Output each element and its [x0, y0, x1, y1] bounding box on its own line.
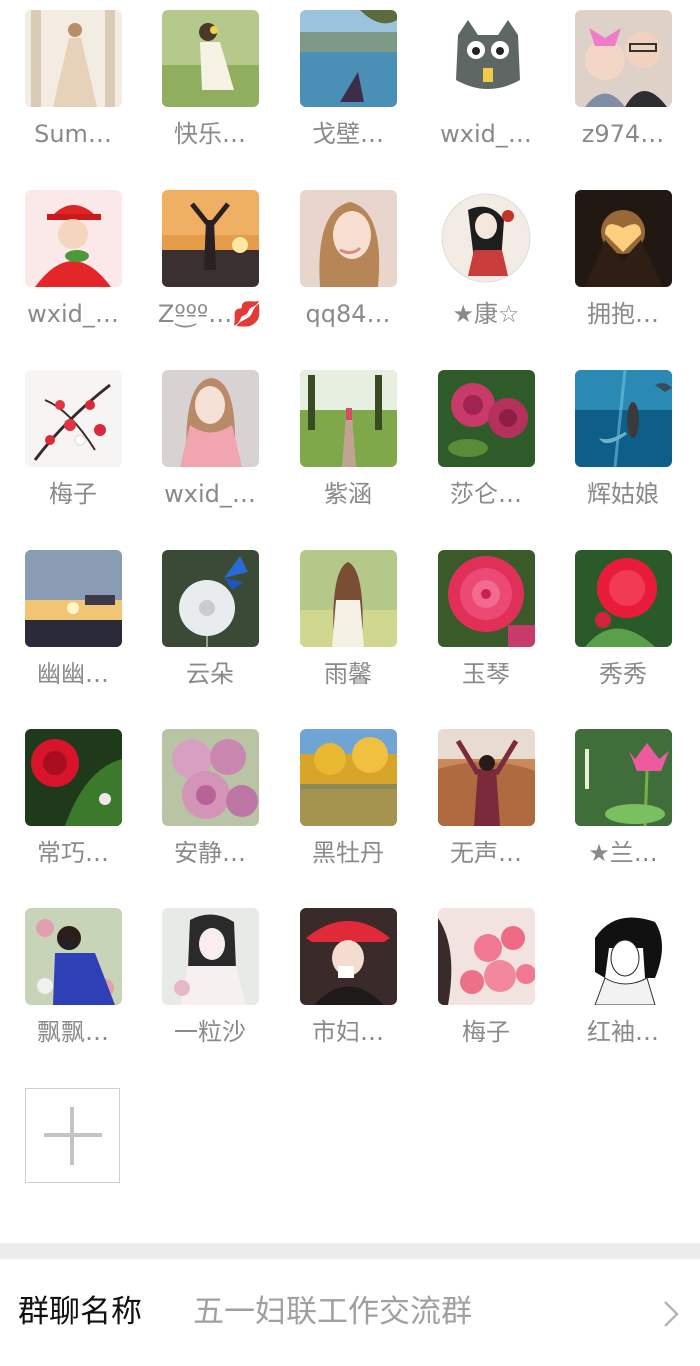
member-item[interactable]: 辉姑娘: [563, 360, 683, 530]
member-name: Sum…: [34, 120, 112, 148]
member-item[interactable]: 安静…: [150, 719, 270, 889]
rose-flowers-avatar[interactable]: [438, 370, 535, 467]
member-item[interactable]: wxid_…: [13, 180, 133, 350]
member-item[interactable]: 紫涵: [288, 360, 408, 530]
member-item[interactable]: qq84…: [288, 180, 408, 350]
member-name: wxid_…: [164, 480, 256, 508]
red-flower-avatar[interactable]: [575, 550, 672, 647]
member-item[interactable]: 无声…: [426, 719, 546, 889]
lake-mountain-avatar[interactable]: [300, 10, 397, 107]
child-red-hat-avatar[interactable]: [25, 190, 122, 287]
group-name-value: 五一妇联工作交流群: [193, 1294, 472, 1330]
member-name: 飘飘…: [37, 1018, 109, 1046]
member-name: wxid_…: [440, 120, 532, 148]
member-name: 秀秀: [599, 660, 647, 688]
member-name: 无声…: [450, 839, 522, 867]
member-item[interactable]: 黑牡丹: [288, 719, 408, 889]
ink-painting-woman-avatar[interactable]: [438, 190, 535, 287]
member-item[interactable]: 梅子: [13, 360, 133, 530]
chrysanthemum-avatar[interactable]: [162, 729, 259, 826]
group-name-row[interactable]: 群聊名称 五一妇联工作交流群: [0, 1259, 700, 1366]
member-item[interactable]: 云朵: [150, 540, 270, 710]
member-item[interactable]: 常巧…: [13, 719, 133, 889]
member-item[interactable]: 莎仑…: [426, 360, 546, 530]
member-name: ★康☆: [452, 300, 520, 328]
member-name: 常巧…: [37, 839, 109, 867]
member-name: 幽幽…: [37, 660, 109, 688]
member-item[interactable]: ★康☆: [426, 180, 546, 350]
pink-dahlia-avatar[interactable]: [438, 550, 535, 647]
pink-lily-avatar[interactable]: [438, 908, 535, 1005]
member-item[interactable]: z974…: [563, 0, 683, 170]
member-item[interactable]: 快乐…: [150, 0, 270, 170]
member-name: 市妇…: [312, 1018, 384, 1046]
mother-baby-avatar[interactable]: [575, 10, 672, 107]
member-name: 一粒沙: [174, 1018, 246, 1046]
member-grid: Sum… 快乐… 戈壁… wxid_… z974… wxid_… Zº͜ºº…💋 qq84… ★…: [0, 0, 700, 1240]
plus-icon: [44, 1107, 102, 1165]
woman-flowers-avatar[interactable]: [25, 908, 122, 1005]
member-name: 莎仑…: [450, 480, 522, 508]
member-name: 黑牡丹: [312, 839, 384, 867]
member-item[interactable]: 一粒沙: [150, 898, 270, 1068]
member-name: 安静…: [174, 839, 246, 867]
group-name-label: 群聊名称: [18, 1294, 142, 1330]
lotus-avatar[interactable]: [575, 729, 672, 826]
member-name: 雨馨: [324, 660, 372, 688]
member-name: 快乐…: [174, 120, 246, 148]
girl-sitting-avatar[interactable]: [162, 10, 259, 107]
girl-meadow-avatar[interactable]: [300, 550, 397, 647]
member-item[interactable]: 飘飘…: [13, 898, 133, 1068]
member-item[interactable]: 幽幽…: [13, 540, 133, 710]
woman-portrait-avatar[interactable]: [300, 190, 397, 287]
member-item[interactable]: 拥抱…: [563, 180, 683, 350]
member-item[interactable]: Zº͜ºº…💋: [150, 180, 270, 350]
add-member-button[interactable]: [25, 1088, 120, 1183]
member-name: qq84…: [305, 300, 391, 328]
woman-red-hat-avatar[interactable]: [300, 908, 397, 1005]
member-item[interactable]: 戈壁…: [288, 0, 408, 170]
member-name: z974…: [581, 120, 665, 148]
sunset-silhouette-avatar[interactable]: [162, 190, 259, 287]
park-path-avatar[interactable]: [300, 370, 397, 467]
member-name: Zº͜ºº…💋: [157, 300, 263, 328]
chevron-right-icon: [664, 1301, 679, 1327]
woman-pink-scarf-avatar[interactable]: [162, 370, 259, 467]
member-name: ★兰…: [588, 839, 658, 867]
member-item[interactable]: Sum…: [13, 0, 133, 170]
section-divider: [0, 1243, 700, 1259]
member-name: 红袖…: [587, 1018, 659, 1046]
heart-hands-avatar[interactable]: [575, 190, 672, 287]
member-name: 拥抱…: [587, 300, 659, 328]
member-item[interactable]: wxid_…: [426, 0, 546, 170]
member-item[interactable]: 玉琴: [426, 540, 546, 710]
woman-desert-avatar[interactable]: [438, 729, 535, 826]
member-item[interactable]: 市妇…: [288, 898, 408, 1068]
sketch-woman-avatar[interactable]: [575, 908, 672, 1005]
sky-sunset-avatar[interactable]: [25, 550, 122, 647]
member-name: wxid_…: [27, 300, 119, 328]
member-item[interactable]: 梅子: [426, 898, 546, 1068]
member-name: 云朵: [186, 660, 234, 688]
bride-portrait-avatar[interactable]: [25, 10, 122, 107]
mermaid-ocean-avatar[interactable]: [575, 370, 672, 467]
cartoon-cat-avatar[interactable]: [438, 10, 535, 107]
member-item[interactable]: 红袖…: [563, 898, 683, 1068]
dandelion-butterfly-avatar[interactable]: [162, 550, 259, 647]
member-name: 戈壁…: [312, 120, 384, 148]
member-name: 玉琴: [462, 660, 510, 688]
anime-girl-avatar[interactable]: [162, 908, 259, 1005]
red-rose-avatar[interactable]: [25, 729, 122, 826]
member-name: 梅子: [462, 1018, 510, 1046]
plum-blossom-avatar[interactable]: [25, 370, 122, 467]
member-item[interactable]: 秀秀: [563, 540, 683, 710]
member-item[interactable]: 雨馨: [288, 540, 408, 710]
member-name: 辉姑娘: [587, 480, 659, 508]
member-name: 紫涵: [324, 480, 372, 508]
autumn-trees-lake-avatar[interactable]: [300, 729, 397, 826]
member-item[interactable]: ★兰…: [563, 719, 683, 889]
member-name: 梅子: [49, 480, 97, 508]
member-item[interactable]: wxid_…: [150, 360, 270, 530]
